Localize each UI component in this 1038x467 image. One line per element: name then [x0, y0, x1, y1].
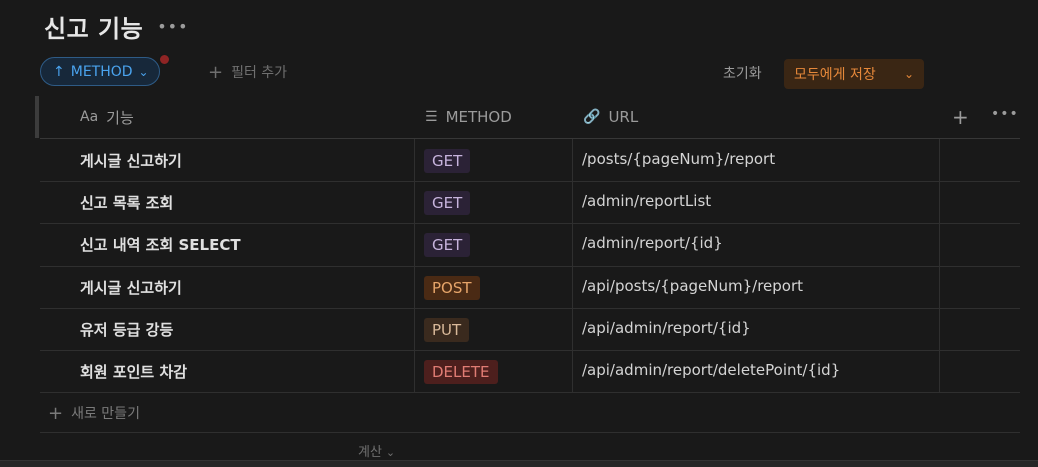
- text-property-icon: Aa: [80, 109, 99, 125]
- row-method[interactable]: GET: [424, 149, 471, 173]
- divider: [40, 392, 1020, 393]
- row-url[interactable]: /api/admin/report/{id}: [582, 319, 751, 337]
- column-header-name[interactable]: Aa 기능: [80, 106, 134, 128]
- column-header-url[interactable]: 🔗 URL: [583, 106, 638, 128]
- row-method[interactable]: POST: [424, 276, 480, 300]
- arrow-up-icon: ↑: [53, 63, 65, 80]
- sort-indicator-dot: [159, 54, 170, 65]
- title-row: 신고 기능 •••: [44, 8, 189, 44]
- row-url[interactable]: /admin/report/{id}: [582, 234, 723, 252]
- sort-chip-label: METHOD: [70, 63, 133, 80]
- more-horizontal-icon[interactable]: •••: [157, 17, 188, 36]
- calculate-button[interactable]: 계산 ⌄: [358, 441, 395, 460]
- method-tag: GET: [424, 191, 471, 215]
- row-name[interactable]: 게시글 신고하기: [80, 150, 182, 171]
- add-filter-label: 필터 추가: [231, 65, 288, 81]
- plus-icon: +: [48, 402, 64, 424]
- more-horizontal-icon[interactable]: •••: [991, 106, 1019, 122]
- row-name[interactable]: 게시글 신고하기: [80, 277, 182, 298]
- save-for-everyone-button[interactable]: 모두에게 저장 ⌄: [784, 59, 924, 89]
- chevron-down-icon: ⌄: [138, 64, 149, 79]
- save-for-everyone-label: 모두에게 저장: [794, 67, 876, 83]
- row-method[interactable]: GET: [424, 191, 471, 215]
- list-icon: ☰: [425, 109, 438, 125]
- row-url[interactable]: /api/admin/report/deletePoint/{id}: [582, 361, 840, 379]
- row-method[interactable]: GET: [424, 233, 471, 257]
- column-header-label: 기능: [106, 108, 134, 127]
- chevron-down-icon: ⌄: [385, 446, 396, 459]
- row-method[interactable]: DELETE: [424, 360, 498, 384]
- row-name[interactable]: 신고 목록 조회: [80, 192, 173, 213]
- table-row[interactable]: 게시글 신고하기 POST /api/posts/{pageNum}/repor…: [40, 266, 1020, 308]
- chevron-down-icon[interactable]: ⌄: [904, 67, 914, 81]
- calculate-label: 계산: [358, 445, 382, 460]
- sort-method-chip[interactable]: ↑ METHOD ⌄: [40, 57, 160, 86]
- row-name[interactable]: 회원 포인트 차감: [80, 361, 187, 382]
- table-drag-handle[interactable]: [35, 96, 39, 138]
- table-row[interactable]: 회원 포인트 차감 DELETE /api/admin/report/delet…: [40, 350, 1020, 392]
- divider: [40, 432, 1020, 433]
- method-tag: GET: [424, 149, 471, 173]
- row-name[interactable]: 신고 내역 조회 SELECT: [80, 234, 241, 255]
- row-method[interactable]: PUT: [424, 318, 470, 342]
- row-name[interactable]: 유저 등급 강등: [80, 319, 173, 340]
- new-row-label: 새로 만들기: [71, 406, 140, 422]
- add-filter-button[interactable]: + 필터 추가: [208, 61, 287, 83]
- column-header-label: METHOD: [445, 108, 512, 126]
- add-column-icon[interactable]: +: [952, 105, 969, 129]
- new-row-button[interactable]: + 새로 만들기: [48, 402, 140, 424]
- table-row[interactable]: 신고 목록 조회 GET /admin/reportList: [40, 181, 1020, 223]
- reset-button[interactable]: 초기화: [723, 63, 762, 83]
- table-row[interactable]: 유저 등급 강등 PUT /api/admin/report/{id}: [40, 308, 1020, 350]
- plus-icon: +: [208, 61, 224, 83]
- row-url[interactable]: /api/posts/{pageNum}/report: [582, 277, 803, 295]
- column-header-label: URL: [608, 108, 639, 126]
- column-header-method[interactable]: ☰ METHOD: [425, 106, 512, 128]
- method-tag: GET: [424, 233, 471, 257]
- page-title[interactable]: 신고 기능: [44, 9, 143, 44]
- table-row[interactable]: 신고 내역 조회 SELECT GET /admin/report/{id}: [40, 223, 1020, 265]
- method-tag: DELETE: [424, 360, 498, 384]
- table-row[interactable]: 게시글 신고하기 GET /posts/{pageNum}/report: [40, 139, 1020, 181]
- method-tag: PUT: [424, 318, 470, 342]
- row-url[interactable]: /posts/{pageNum}/report: [582, 150, 775, 168]
- method-tag: POST: [424, 276, 480, 300]
- row-url[interactable]: /admin/reportList: [582, 192, 711, 210]
- link-icon: 🔗: [583, 109, 601, 125]
